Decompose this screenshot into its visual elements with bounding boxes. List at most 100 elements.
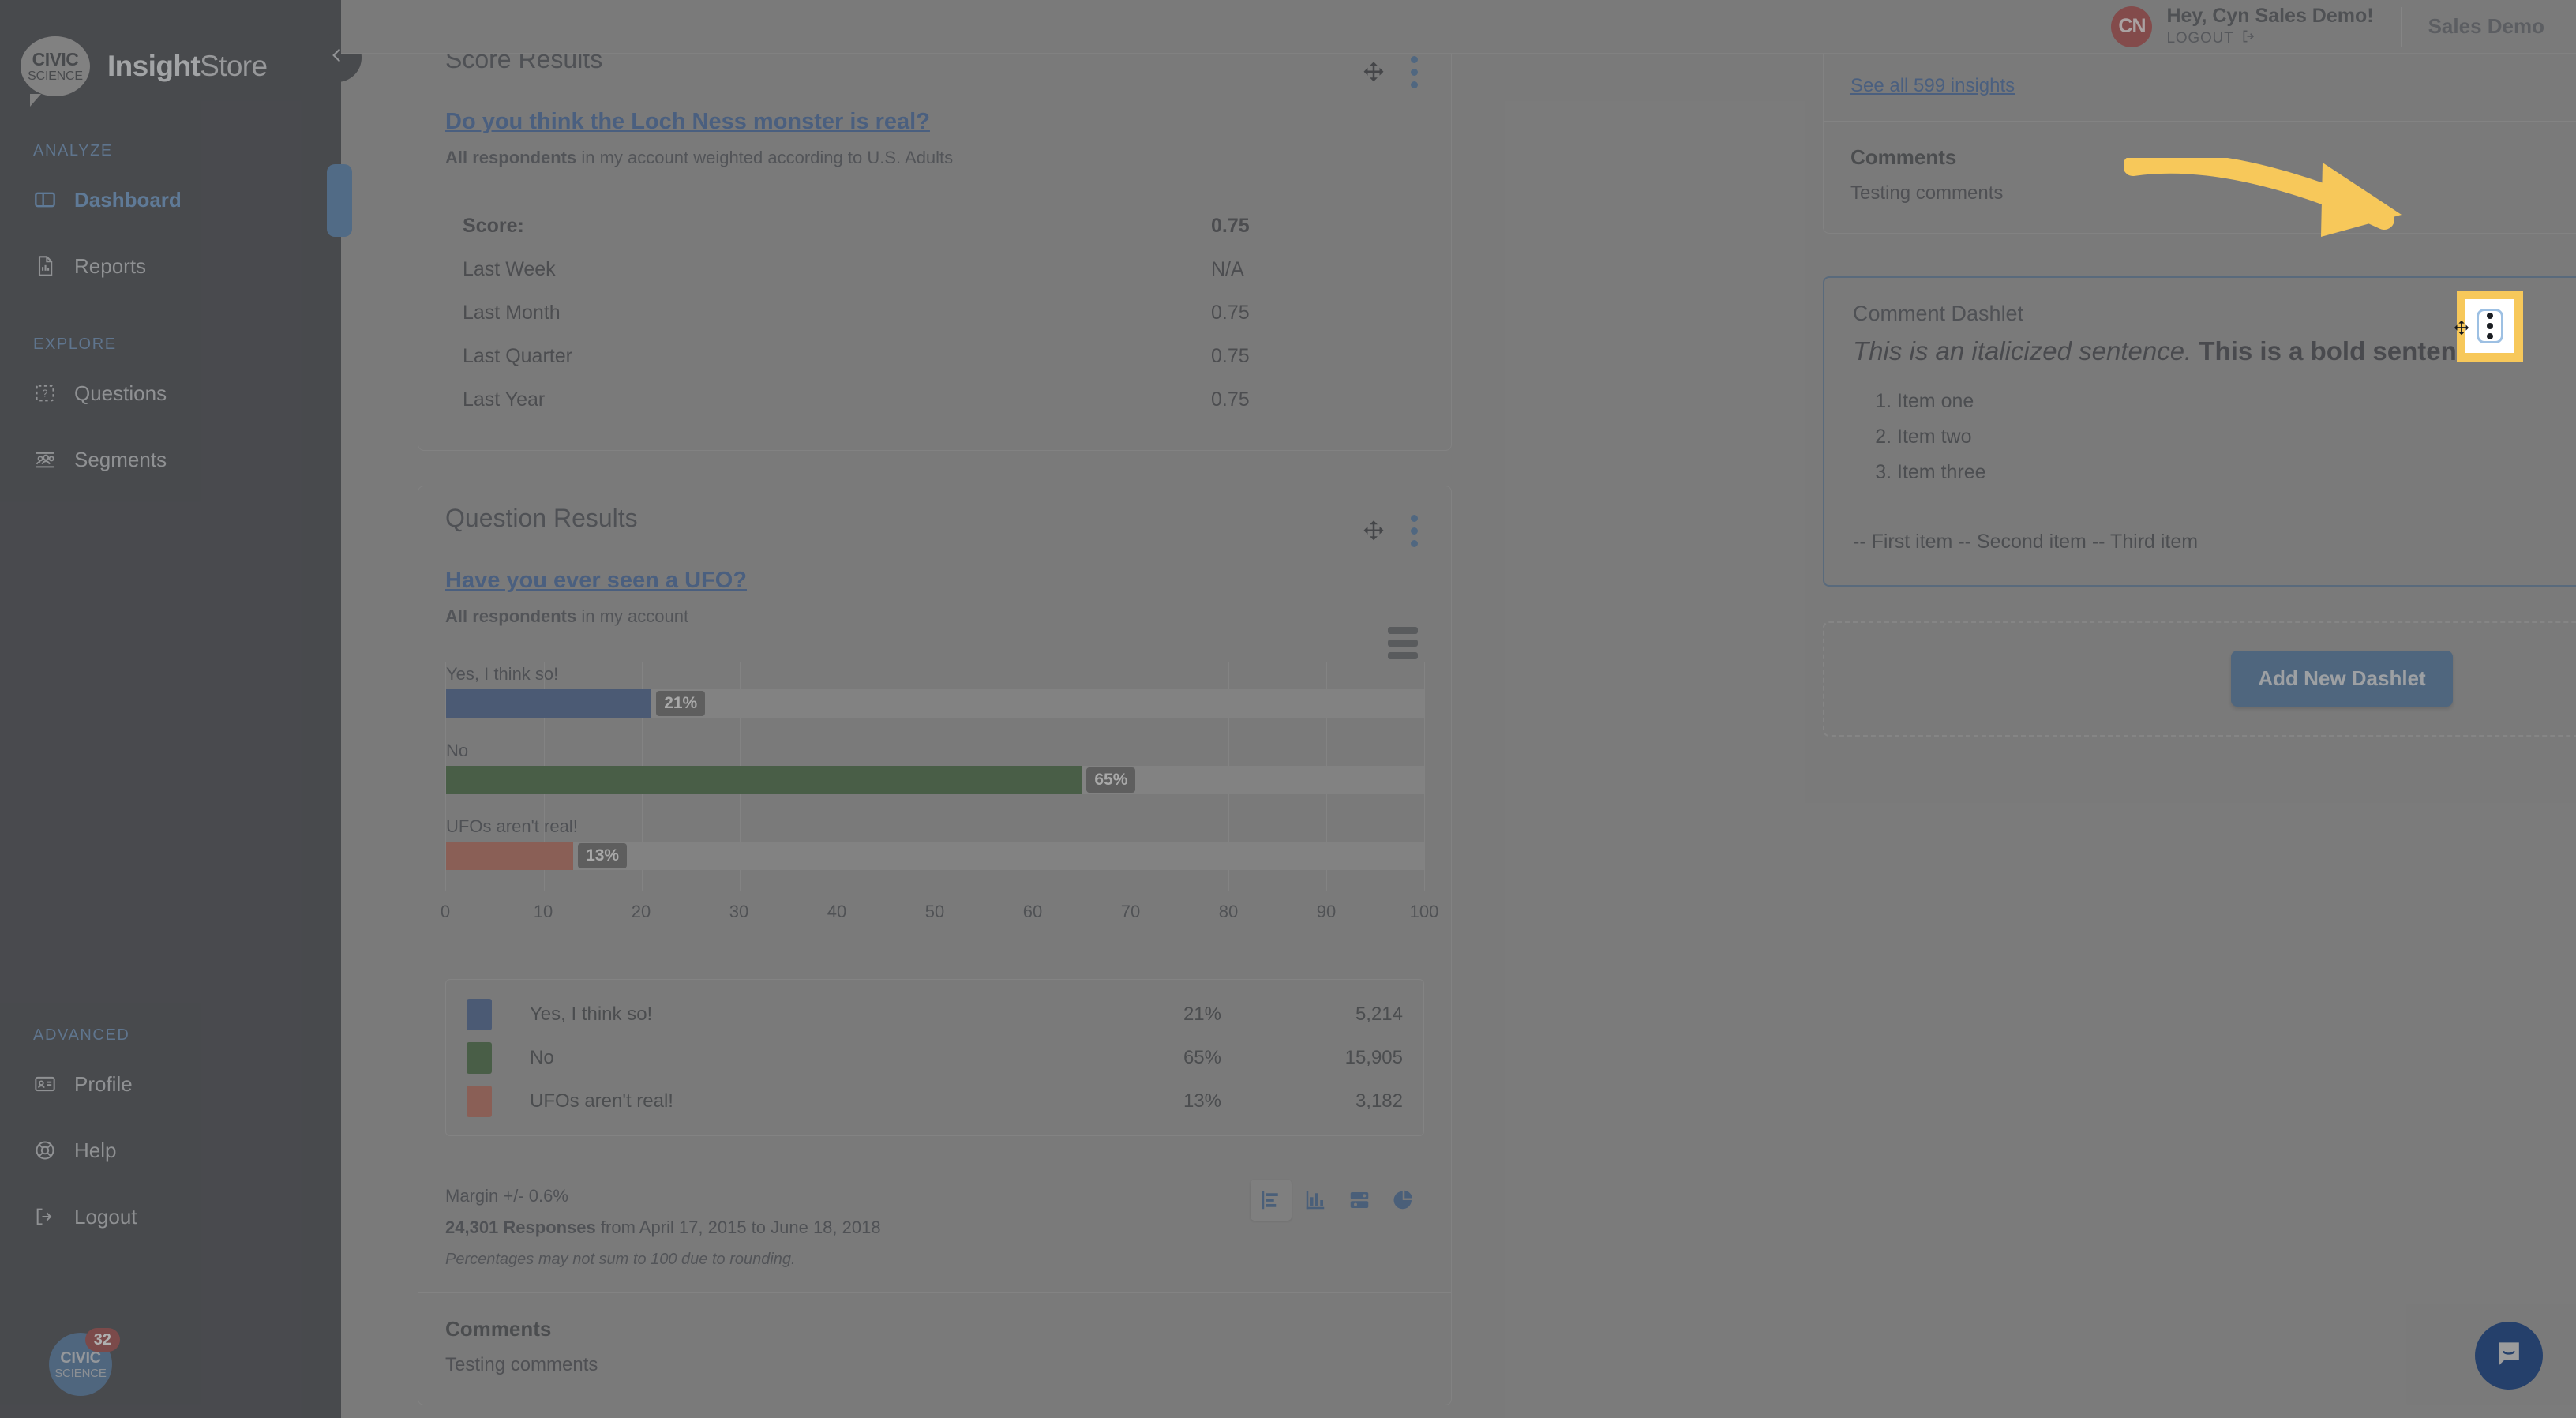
app-root: CIVIC SCIENCE InsightStore ANALYZE Dashb… xyxy=(0,0,2576,1418)
greeting-text: Hey, Cyn Sales Demo! xyxy=(2166,4,2374,27)
nav-group-analyze: ANALYZE Dashboard Reports xyxy=(0,142,341,288)
question-card-header: Question Results xyxy=(418,486,1451,550)
intercom-chat-launcher[interactable] xyxy=(2475,1322,2543,1390)
nav-group-explore: EXPLORE ? Questions Segments xyxy=(0,336,341,482)
chart-x-axis: 0 10 20 30 40 50 60 70 80 90 100 xyxy=(441,902,1438,933)
list-item: Item three xyxy=(1897,461,2576,484)
comments-body: Testing comments xyxy=(445,1354,598,1375)
chat-bubble-icon xyxy=(2492,1337,2526,1375)
chart-legend: Yes, I think so! 21% 5,214 No 65% 15,905 UFOs … xyxy=(445,979,1424,1136)
question-card-title: Question Results xyxy=(445,504,638,532)
sidebar-item-dashboard[interactable]: Dashboard xyxy=(0,178,341,222)
x-axis-tick-label: 50 xyxy=(924,902,945,921)
stacked-bar-chart-button[interactable] xyxy=(1339,1180,1380,1221)
chart-bar-value-label: 21% xyxy=(656,690,706,716)
comment-dashlet-list: Item one Item two Item three xyxy=(1897,390,2576,484)
question-audience-bold: All respondents xyxy=(445,606,577,626)
score-row-label: Last Quarter xyxy=(463,345,572,367)
x-axis-tick-label: 20 xyxy=(631,902,651,921)
comment-dashlet-menu-button[interactable] xyxy=(2477,309,2503,343)
chart-bar[interactable] xyxy=(446,842,574,871)
sidebar-item-help[interactable]: Help xyxy=(0,1128,341,1172)
table-row: Last Year 0.75 xyxy=(445,378,1424,422)
sidebar-item-segments[interactable]: Segments xyxy=(0,437,341,482)
question-card-tools xyxy=(1362,504,1424,550)
horizontal-bar-chart-button[interactable] xyxy=(1251,1180,1292,1221)
table-row: Last Month 0.75 xyxy=(445,291,1424,335)
x-axis-tick-label: 10 xyxy=(533,902,553,921)
score-row-label: Last Year xyxy=(463,388,546,411)
question-card-menu-button[interactable] xyxy=(1404,512,1424,550)
score-card-tools xyxy=(1362,54,1424,92)
comment-dashlet-footer-text: -- First item -- Second item -- Third it… xyxy=(1853,530,2199,553)
score-audience-rest: in my account weighted according to U.S.… xyxy=(576,148,954,167)
question-audience-text: All respondents in my account xyxy=(445,606,1451,627)
logout-button[interactable]: LOGOUT xyxy=(2166,28,2373,50)
score-audience-bold: All respondents xyxy=(445,148,577,167)
x-axis-tick-label: 30 xyxy=(729,902,749,921)
chart-footer: Margin +/- 0.6% 24,301 Responses from Ap… xyxy=(445,1165,1424,1292)
add-new-dashlet-button[interactable]: Add New Dashlet xyxy=(2231,651,2453,707)
sidebar-item-label-segments: Segments xyxy=(74,447,167,471)
score-card-header: Score Results xyxy=(418,54,1451,92)
vertical-bar-chart-button[interactable] xyxy=(1295,1180,1336,1221)
bold-sentence: This is a bold sentence. xyxy=(2199,336,2493,366)
responses-daterange: from April 17, 2015 to June 18, 2018 xyxy=(595,1217,881,1237)
sidebar-item-profile[interactable]: Profile xyxy=(0,1062,341,1106)
legend-color-swatch xyxy=(467,1041,492,1074)
responses-count: 24,301 Responses xyxy=(445,1217,596,1237)
lifebuoy-icon xyxy=(33,1139,57,1162)
chart-category-label: Yes, I think so! xyxy=(446,663,559,684)
app-title: InsightStore xyxy=(107,50,268,83)
sidebar-item-logout[interactable]: Logout xyxy=(0,1195,341,1239)
legend-row[interactable]: UFOs aren't real! 13% 3,182 xyxy=(467,1079,1403,1123)
x-axis-tick-label: 0 xyxy=(440,902,451,921)
legend-row[interactable]: No 65% 15,905 xyxy=(467,1036,1403,1079)
x-axis-tick-label: 100 xyxy=(1409,902,1439,921)
sidebar-item-questions[interactable]: ? Questions xyxy=(0,371,341,415)
chart-bar-value-label: 65% xyxy=(1086,767,1136,793)
insights-comments-section: Comments Testing comments xyxy=(1824,121,2576,233)
question-comments-section: Comments Testing comments xyxy=(418,1292,1451,1405)
question-link[interactable]: Have you ever seen a UFO? xyxy=(445,568,747,594)
account-name[interactable]: Sales Demo xyxy=(2402,14,2576,39)
legend-percent: 21% xyxy=(1183,1003,1221,1025)
move-handle-icon[interactable] xyxy=(1362,520,1385,543)
chart-bar-value-label: 13% xyxy=(578,843,628,869)
dashboard-icon xyxy=(33,188,57,212)
question-results-card: Question Results Have you ever seen a UF… xyxy=(418,486,1452,1405)
legend-label: No xyxy=(530,1046,554,1068)
highlight-inner xyxy=(2454,299,2514,353)
see-all-insights-link[interactable]: See all 599 insights xyxy=(1850,75,2015,97)
notification-badge: 32 xyxy=(84,1328,120,1352)
nav-group-label-analyze: ANALYZE xyxy=(33,142,113,159)
sidebar-item-reports[interactable]: Reports xyxy=(0,244,341,288)
legend-percent: 65% xyxy=(1183,1046,1221,1068)
score-card-menu-button[interactable] xyxy=(1404,54,1424,92)
score-row-value: N/A xyxy=(1211,258,1244,280)
chart-bar-track: 65% xyxy=(446,765,1424,794)
chart-context-menu-button[interactable] xyxy=(1388,627,1418,665)
chart-type-toggle-group xyxy=(1251,1180,1424,1221)
legend-row[interactable]: Yes, I think so! 21% 5,214 xyxy=(467,992,1403,1036)
table-row: Score: 0.75 xyxy=(445,204,1424,248)
chart-bar[interactable] xyxy=(446,765,1082,794)
logo-line-2: SCIENCE xyxy=(28,69,83,83)
score-row-label: Last Week xyxy=(463,258,556,280)
sidebar: CIVIC SCIENCE InsightStore ANALYZE Dashb… xyxy=(0,0,341,1418)
move-handle-icon[interactable] xyxy=(2453,320,2470,337)
sidebar-item-label-questions: Questions xyxy=(74,381,167,405)
score-question-link[interactable]: Do you think the Loch Ness monster is re… xyxy=(445,109,930,135)
score-row-value: 0.75 xyxy=(1211,215,1250,237)
pie-chart-button[interactable] xyxy=(1383,1180,1424,1221)
civicscience-help-launcher[interactable]: CIVIC SCIENCE 32 xyxy=(49,1328,120,1396)
sidebar-item-label-profile: Profile xyxy=(74,1071,133,1096)
move-handle-icon[interactable] xyxy=(1362,61,1385,84)
x-axis-tick-label: 70 xyxy=(1120,902,1141,921)
user-menu[interactable]: CN Hey, Cyn Sales Demo! LOGOUT xyxy=(2111,4,2400,50)
score-row-value: 0.75 xyxy=(1211,345,1250,367)
segments-icon xyxy=(33,448,57,471)
user-info: Hey, Cyn Sales Demo! LOGOUT xyxy=(2166,4,2373,50)
chart-bar[interactable] xyxy=(446,688,652,718)
sidebar-item-label-logout: Logout xyxy=(74,1204,137,1229)
